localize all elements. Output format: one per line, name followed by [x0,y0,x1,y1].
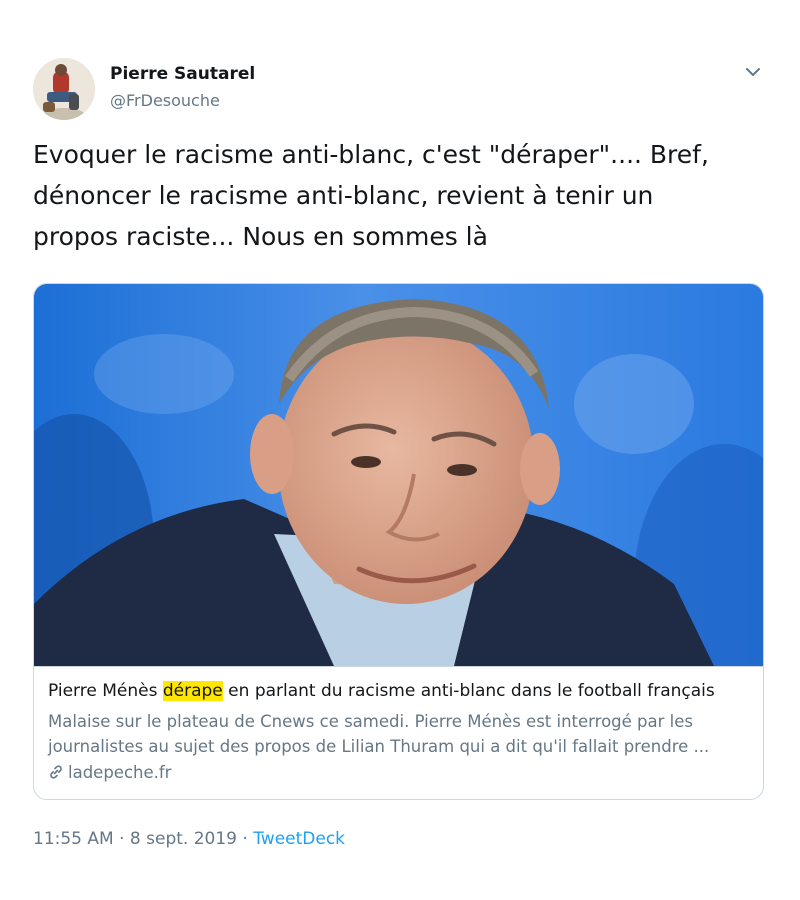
author-name[interactable]: Pierre Sautarel [110,64,255,84]
link-icon [48,764,64,784]
card-title-highlight: dérape [162,681,223,701]
tweet-text-line: Evoquer le racisme anti-blanc, c'est "dé… [33,140,709,169]
meta-separator: · [113,829,130,849]
link-card[interactable]: Pierre Ménès dérape en parlant du racism… [33,283,764,800]
card-description-line: Malaise sur le plateau de Cnews ce samed… [48,712,693,731]
tweet-source-link[interactable]: TweetDeck [253,829,345,849]
card-body: Pierre Ménès dérape en parlant du racism… [34,666,763,799]
card-domain-text: ladepeche.fr [68,763,172,782]
card-image[interactable] [34,284,763,666]
tweet-time[interactable]: 11:55 AM [33,829,114,849]
card-title[interactable]: Pierre Ménès dérape en parlant du racism… [48,681,753,701]
tweet-text-line: propos raciste... Nous en sommes là [33,222,488,251]
card-domain[interactable]: ladepeche.fr [48,763,171,784]
card-title-end: en parlant du racisme anti-blanc dans le… [222,681,715,701]
tweet-text: Evoquer le racisme anti-blanc, c'est "dé… [33,134,768,257]
tweet-meta: 11:55 AM · 8 sept. 2019 · TweetDeck [33,829,345,849]
card-description: Malaise sur le plateau de Cnews ce samed… [48,709,753,759]
tweet-text-line: dénoncer le racisme anti-blanc, revient … [33,181,654,210]
card-description-line: journalistes au sujet des propos de Lili… [48,737,710,756]
chevron-down-icon[interactable] [743,64,763,80]
avatar[interactable] [33,58,95,120]
card-title-start: Pierre Ménès [48,681,163,701]
meta-separator: · [237,829,254,849]
tweet: Pierre Sautarel @FrDesouche Evoquer le r… [0,0,800,900]
tweet-date[interactable]: 8 sept. 2019 [130,829,237,849]
author-handle[interactable]: @FrDesouche [110,91,220,110]
